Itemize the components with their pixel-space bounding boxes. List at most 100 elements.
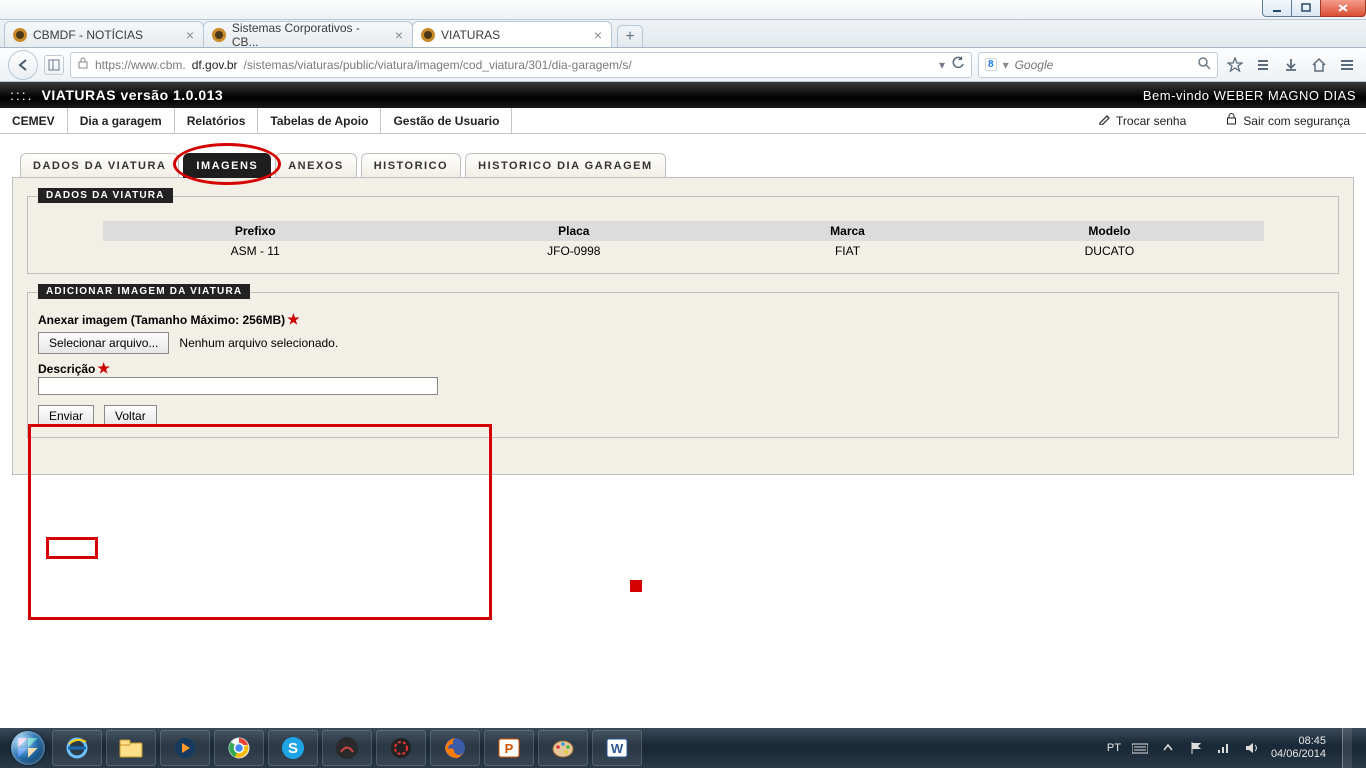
- header-dots: :::.: [10, 87, 34, 103]
- svg-text:S: S: [288, 740, 298, 757]
- td-modelo: DUCATO: [955, 241, 1263, 261]
- app-header: :::. VIATURAS versão 1.0.013 Bem-vindo W…: [0, 82, 1366, 108]
- taskbar-paint-icon[interactable]: [538, 730, 588, 766]
- search-input[interactable]: [1015, 58, 1192, 72]
- favicon-icon: [13, 28, 27, 42]
- app-menu: CEMEV Dia a garagem Relatórios Tabelas d…: [0, 108, 1366, 134]
- back-button[interactable]: Voltar: [104, 405, 157, 427]
- tray-clock[interactable]: 08:45 04/06/2014: [1271, 735, 1326, 760]
- tab-dados-viatura[interactable]: DADOS DA VIATURA: [20, 153, 179, 178]
- taskbar-mediaplayer-icon[interactable]: [160, 730, 210, 766]
- start-button[interactable]: [8, 728, 48, 768]
- taskbar-app2-icon[interactable]: [376, 730, 426, 766]
- window-titlebar: [0, 0, 1366, 20]
- logout-link[interactable]: Sair com segurança: [1226, 113, 1350, 128]
- fieldset-legend: DADOS DA VIATURA: [38, 188, 173, 203]
- nav-back-button[interactable]: [8, 50, 38, 80]
- tab-close-icon[interactable]: [183, 28, 197, 42]
- taskbar-explorer-icon[interactable]: [106, 730, 156, 766]
- tab-close-icon[interactable]: [392, 28, 406, 42]
- browser-tabstrip: CBMDF - NOTÍCIAS Sistemas Corporativos -…: [0, 20, 1366, 48]
- tray-up-icon[interactable]: [1159, 739, 1177, 757]
- tab-anexos[interactable]: ANEXOS: [275, 153, 356, 178]
- window-maximize-button[interactable]: [1291, 0, 1321, 17]
- url-path: /sistemas/viaturas/public/viatura/imagem…: [244, 58, 632, 72]
- tray-flag-icon[interactable]: [1187, 739, 1205, 757]
- taskbar-ie-icon[interactable]: [52, 730, 102, 766]
- search-engine-icon: 8: [985, 58, 997, 71]
- tab-close-icon[interactable]: [591, 28, 605, 42]
- app-title: VIATURAS versão 1.0.013: [42, 87, 224, 103]
- lock-icon: [77, 57, 89, 72]
- sidebar-toggle-button[interactable]: [44, 55, 64, 75]
- menu-tabelas-apoio[interactable]: Tabelas de Apoio: [258, 108, 381, 133]
- reload-icon[interactable]: [951, 56, 965, 73]
- new-tab-button[interactable]: +: [617, 25, 643, 47]
- required-star-icon: ★: [287, 311, 300, 327]
- description-label: Descrição★: [38, 360, 1328, 377]
- tab-historico-dia-garagem[interactable]: HISTORICO DIA GARAGEM: [465, 153, 666, 178]
- td-placa: JFO-0998: [408, 241, 740, 261]
- add-image-fieldset: ADICIONAR IMAGEM DA VIATURA Anexar image…: [27, 292, 1339, 438]
- td-prefixo: ASM - 11: [103, 241, 408, 261]
- pencil-icon: [1098, 113, 1110, 128]
- window-close-button[interactable]: [1320, 0, 1366, 17]
- url-dropdown-icon[interactable]: ▾: [939, 58, 945, 72]
- required-star-icon: ★: [97, 360, 110, 376]
- svg-text:P: P: [505, 741, 514, 756]
- menu-gestao-usuario[interactable]: Gestão de Usuario: [381, 108, 512, 133]
- system-tray: PT 08:45 04/06/2014: [1107, 728, 1358, 768]
- menu-dia-garagem[interactable]: Dia a garagem: [68, 108, 175, 133]
- bookmarks-list-icon[interactable]: [1252, 54, 1274, 76]
- menu-icon[interactable]: [1336, 54, 1358, 76]
- tab-label: CBMDF - NOTÍCIAS: [33, 28, 143, 42]
- th-prefixo: Prefixo: [103, 221, 408, 241]
- taskbar-skype-icon[interactable]: S: [268, 730, 318, 766]
- th-modelo: Modelo: [955, 221, 1263, 241]
- lock-icon: [1226, 113, 1237, 128]
- change-password-link[interactable]: Trocar senha: [1098, 113, 1186, 128]
- taskbar-powerpoint-icon[interactable]: P: [484, 730, 534, 766]
- taskbar-firefox-icon[interactable]: [430, 730, 480, 766]
- search-box[interactable]: 8 ▾: [978, 52, 1218, 78]
- taskbar-word-icon[interactable]: W: [592, 730, 642, 766]
- url-scheme: https://www.cbm.: [95, 58, 186, 72]
- url-host: df.gov.br: [192, 58, 238, 72]
- browser-toolbar: https://www.cbm. df.gov.br/sistemas/viatu…: [0, 48, 1366, 82]
- tray-keyboard-icon[interactable]: [1131, 739, 1149, 757]
- tray-network-icon[interactable]: [1215, 739, 1233, 757]
- search-icon[interactable]: [1198, 57, 1211, 73]
- favicon-icon: [421, 28, 435, 42]
- tab-panel: DADOS DA VIATURA Prefixo Placa Marca Mod…: [12, 177, 1354, 475]
- show-desktop-button[interactable]: [1342, 728, 1352, 768]
- favicon-icon: [212, 28, 226, 42]
- menu-cemev[interactable]: CEMEV: [0, 108, 68, 133]
- tab-imagens[interactable]: IMAGENS: [183, 153, 271, 178]
- bookmark-star-icon[interactable]: [1224, 54, 1246, 76]
- downloads-icon[interactable]: [1280, 54, 1302, 76]
- taskbar-app-icon[interactable]: [322, 730, 372, 766]
- browser-tab[interactable]: CBMDF - NOTÍCIAS: [4, 21, 204, 47]
- vehicle-data-fieldset: DADOS DA VIATURA Prefixo Placa Marca Mod…: [27, 196, 1339, 274]
- address-bar[interactable]: https://www.cbm. df.gov.br/sistemas/viatu…: [70, 52, 972, 78]
- choose-file-button[interactable]: Selecionar arquivo...: [38, 332, 169, 354]
- submit-button[interactable]: Enviar: [38, 405, 94, 427]
- language-indicator[interactable]: PT: [1107, 742, 1121, 754]
- menu-relatorios[interactable]: Relatórios: [175, 108, 259, 133]
- td-marca: FIAT: [740, 241, 956, 261]
- th-marca: Marca: [740, 221, 956, 241]
- fieldset-legend: ADICIONAR IMAGEM DA VIATURA: [38, 284, 250, 299]
- annotation-dot: [630, 580, 642, 592]
- tab-historico[interactable]: HISTORICO: [361, 153, 461, 178]
- welcome-text: Bem-vindo WEBER MAGNO DIAS: [1143, 88, 1356, 103]
- tab-label: Sistemas Corporativos - CB...: [232, 21, 388, 49]
- page-content: DADOS DA VIATURA IMAGENS ANEXOS HISTORIC…: [0, 134, 1366, 728]
- window-minimize-button[interactable]: [1262, 0, 1292, 17]
- no-file-text: Nenhum arquivo selecionado.: [179, 336, 338, 350]
- home-icon[interactable]: [1308, 54, 1330, 76]
- description-input[interactable]: [38, 377, 438, 395]
- tray-volume-icon[interactable]: [1243, 739, 1261, 757]
- browser-tab-active[interactable]: VIATURAS: [412, 21, 612, 47]
- taskbar-chrome-icon[interactable]: [214, 730, 264, 766]
- browser-tab[interactable]: Sistemas Corporativos - CB...: [203, 21, 413, 47]
